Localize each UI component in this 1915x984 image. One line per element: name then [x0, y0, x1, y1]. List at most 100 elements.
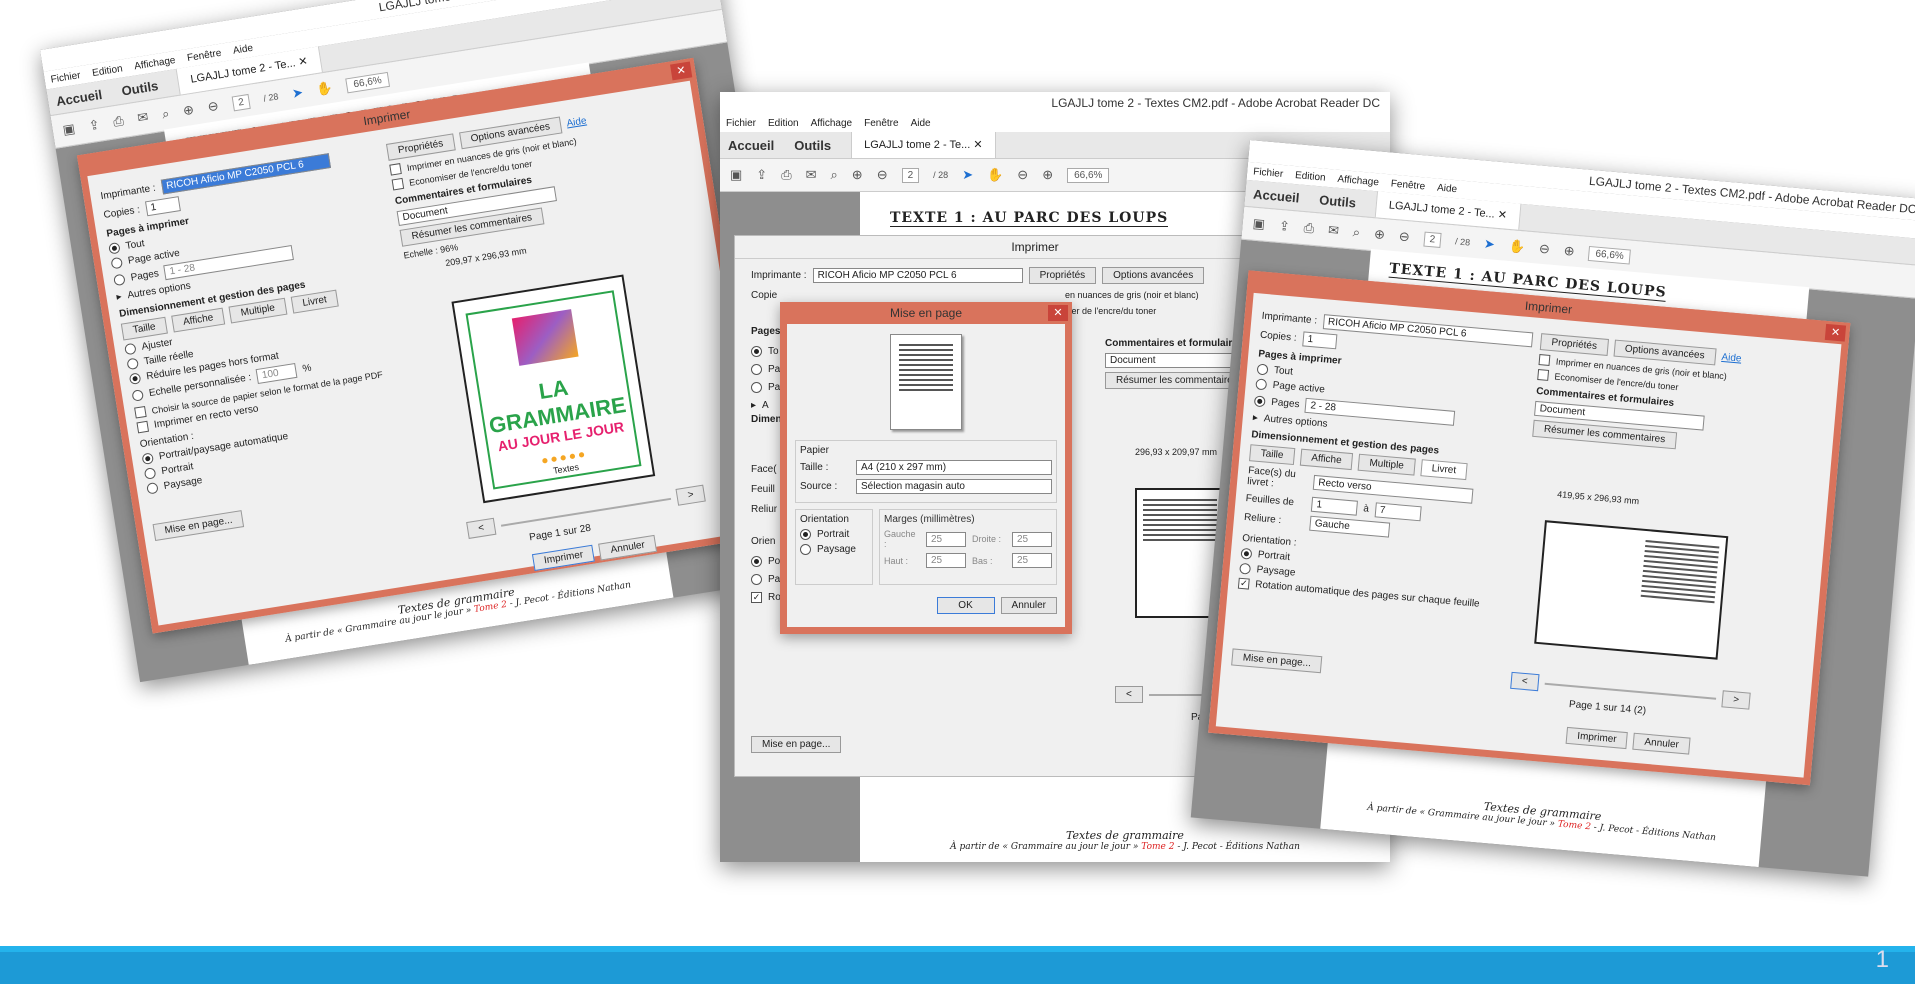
- sheets-from-input[interactable]: 1: [1310, 496, 1358, 516]
- radio-pages[interactable]: [113, 273, 126, 287]
- zoom-select[interactable]: 66,6%: [345, 71, 390, 93]
- zoom-select[interactable]: 66,6%: [1067, 167, 1110, 183]
- print-icon[interactable]: ⎙: [112, 113, 125, 130]
- radio-pages[interactable]: [751, 382, 762, 393]
- menu-aide[interactable]: Aide: [911, 118, 931, 129]
- prev-page-button[interactable]: <: [466, 517, 497, 539]
- radio-landscape[interactable]: [751, 574, 762, 585]
- top-margin-input[interactable]: 25: [926, 553, 966, 568]
- size-button[interactable]: Taille: [120, 316, 168, 341]
- multiple-button[interactable]: Multiple: [1357, 453, 1416, 476]
- select-tool-icon[interactable]: ➤: [962, 167, 973, 183]
- mail-icon[interactable]: ✉: [806, 167, 817, 183]
- select-tool-icon[interactable]: ➤: [291, 84, 304, 102]
- close-icon[interactable]: ✕: [1048, 305, 1068, 321]
- menu-affichage[interactable]: Affichage: [1337, 173, 1379, 188]
- tab-accueil[interactable]: Accueil: [1253, 186, 1300, 205]
- page-slider[interactable]: [500, 497, 672, 527]
- right-margin-input[interactable]: 25: [1012, 531, 1052, 547]
- radio-landscape[interactable]: [146, 482, 159, 495]
- auto-rotate-checkbox[interactable]: ✓: [1237, 577, 1250, 590]
- save-icon[interactable]: ▣: [730, 167, 742, 183]
- radio-current-page[interactable]: [110, 256, 124, 270]
- upload-icon[interactable]: ⇪: [88, 117, 101, 135]
- binding-select[interactable]: Gauche: [1309, 515, 1391, 538]
- properties-button[interactable]: Propriétés: [1539, 333, 1609, 356]
- close-icon[interactable]: ✕: [298, 55, 309, 68]
- close-icon[interactable]: ✕: [973, 139, 982, 151]
- menu-fichier[interactable]: Fichier: [50, 70, 81, 86]
- radio-all[interactable]: [751, 346, 762, 357]
- menu-edition[interactable]: Edition: [768, 118, 799, 129]
- search-icon[interactable]: ⌕: [831, 167, 838, 183]
- cancel-button[interactable]: Annuler: [1632, 732, 1691, 755]
- menu-aide[interactable]: Aide: [232, 42, 253, 56]
- auto-rotate-checkbox[interactable]: ✓: [751, 592, 762, 603]
- save-icon[interactable]: ▣: [62, 121, 77, 139]
- page-up-icon[interactable]: ⊕: [182, 102, 195, 120]
- page-down-icon[interactable]: ⊖: [1398, 228, 1410, 245]
- radio-pages[interactable]: [1253, 395, 1266, 408]
- help-link[interactable]: Aide: [566, 115, 587, 129]
- radio-portrait[interactable]: [800, 529, 811, 540]
- page-down-icon[interactable]: ⊖: [207, 98, 220, 116]
- radio-auto-orientation[interactable]: [141, 452, 155, 465]
- select-tool-icon[interactable]: ➤: [1483, 236, 1495, 253]
- prev-page-button[interactable]: <: [1115, 686, 1143, 703]
- menu-fenetre[interactable]: Fenêtre: [186, 47, 222, 63]
- print-icon[interactable]: ⎙: [781, 167, 791, 183]
- page-number-input[interactable]: 2: [901, 167, 920, 183]
- page-down-icon[interactable]: ⊖: [877, 167, 888, 183]
- hand-tool-icon[interactable]: ✋: [316, 80, 334, 98]
- zoom-select[interactable]: 66,6%: [1587, 245, 1632, 265]
- zoom-out-icon[interactable]: ⊖: [1017, 167, 1028, 183]
- search-icon[interactable]: ⌕: [161, 106, 171, 123]
- source-select[interactable]: Sélection magasin auto: [856, 479, 1052, 494]
- copies-input[interactable]: 1: [1301, 331, 1338, 350]
- menu-fenetre[interactable]: Fenêtre: [1390, 178, 1425, 192]
- radio-portrait[interactable]: [1240, 547, 1253, 560]
- close-icon[interactable]: ✕: [670, 61, 693, 81]
- save-icon[interactable]: ▣: [1252, 216, 1266, 233]
- page-slider[interactable]: [1544, 682, 1717, 700]
- expand-arrow-icon[interactable]: ▸: [751, 400, 756, 411]
- tab-outils[interactable]: Outils: [120, 78, 159, 99]
- tab-accueil[interactable]: Accueil: [728, 138, 774, 153]
- radio-actual-size[interactable]: [126, 357, 140, 371]
- next-page-button[interactable]: >: [1721, 690, 1751, 710]
- zoom-in-icon[interactable]: ⊕: [1563, 243, 1575, 260]
- left-margin-input[interactable]: 25: [926, 531, 966, 547]
- tab-document[interactable]: LGAJLJ tome 2 - Te... ✕: [851, 132, 996, 158]
- ok-button[interactable]: OK: [936, 597, 995, 614]
- search-icon[interactable]: ⌕: [1352, 224, 1361, 241]
- page-up-icon[interactable]: ⊕: [1373, 226, 1385, 243]
- tab-outils[interactable]: Outils: [1319, 192, 1357, 210]
- page-setup-button[interactable]: Mise en page...: [152, 510, 245, 542]
- expand-arrow-icon[interactable]: ▸: [116, 291, 123, 303]
- menu-edition[interactable]: Edition: [1295, 170, 1326, 184]
- poster-button[interactable]: Affiche: [1299, 448, 1354, 471]
- radio-landscape[interactable]: [800, 544, 811, 555]
- booklet-button[interactable]: Livret: [1420, 459, 1468, 481]
- zoom-in-icon[interactable]: ⊕: [1042, 167, 1053, 183]
- radio-shrink[interactable]: [128, 372, 142, 385]
- radio-portrait[interactable]: [143, 467, 157, 480]
- close-icon[interactable]: ✕: [1824, 323, 1847, 342]
- zoom-out-icon[interactable]: ⊖: [1538, 241, 1550, 258]
- page-setup-button[interactable]: Mise en page...: [1231, 648, 1323, 674]
- properties-button[interactable]: Propriétés: [1028, 267, 1097, 284]
- hand-tool-icon[interactable]: ✋: [1508, 238, 1525, 255]
- bottom-margin-input[interactable]: 25: [1012, 553, 1052, 568]
- booklet-button[interactable]: Livret: [290, 289, 339, 314]
- radio-custom-scale[interactable]: [131, 389, 145, 402]
- menu-fichier[interactable]: Fichier: [726, 118, 756, 129]
- radio-all[interactable]: [1256, 363, 1269, 376]
- print-icon[interactable]: ⎙: [1303, 220, 1315, 237]
- save-ink-checkbox[interactable]: [391, 177, 405, 191]
- page-setup-button[interactable]: Mise en page...: [751, 736, 842, 753]
- advanced-button[interactable]: Options avancées: [1102, 267, 1205, 284]
- custom-scale-input[interactable]: 100: [255, 362, 298, 384]
- tab-outils[interactable]: Outils: [794, 138, 831, 153]
- radio-portrait[interactable]: [751, 556, 762, 567]
- prev-page-button[interactable]: <: [1510, 671, 1540, 692]
